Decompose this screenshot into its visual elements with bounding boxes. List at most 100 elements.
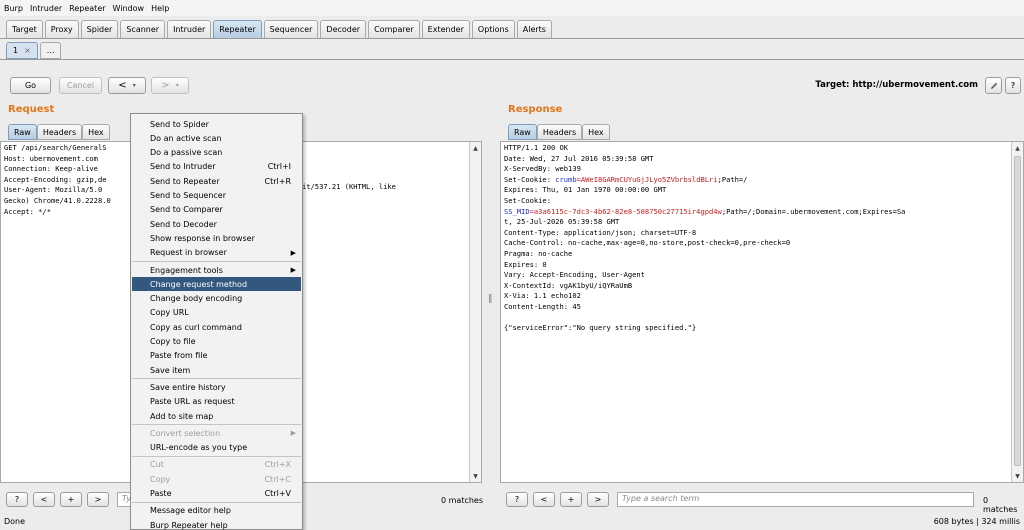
target-help-button[interactable]: ? bbox=[1005, 77, 1021, 94]
response-line: Expires: Thu, 01 Jan 1970 00:00:00 GMT bbox=[504, 185, 667, 195]
menu-intruder[interactable]: Intruder bbox=[30, 4, 62, 13]
menu-separator bbox=[132, 501, 301, 503]
cancel-button[interactable]: Cancel bbox=[59, 77, 102, 94]
close-icon[interactable]: × bbox=[24, 46, 31, 55]
menu-item-do-an-active-scan[interactable]: Do an active scan bbox=[132, 131, 301, 145]
menu-item-label: Send to Comparer bbox=[150, 205, 223, 215]
menu-window[interactable]: Window bbox=[113, 4, 145, 13]
scroll-up-icon[interactable]: ▲ bbox=[469, 142, 482, 154]
menu-item-engagement-tools[interactable]: Engagement tools ▶ bbox=[132, 263, 301, 277]
response-search-help-button[interactable]: ? bbox=[506, 492, 528, 507]
menu-item-copy-as-curl-command[interactable]: Copy as curl command bbox=[132, 320, 301, 334]
response-scrollbar[interactable]: ▲ ▼ bbox=[1011, 142, 1023, 482]
tab-comparer[interactable]: Comparer bbox=[368, 20, 420, 38]
menu-item-paste[interactable]: Paste Ctrl+V bbox=[132, 487, 301, 501]
tab-intruder[interactable]: Intruder bbox=[167, 20, 212, 38]
split-handle[interactable]: ‖ bbox=[488, 294, 493, 304]
response-search-next-button[interactable]: > bbox=[587, 492, 609, 507]
request-scrollbar[interactable]: ▲ ▼ bbox=[469, 142, 481, 482]
context-menu: Send to Spider Do an active scan Do a pass… bbox=[130, 113, 303, 530]
menu-item-send-to-sequencer[interactable]: Send to Sequencer bbox=[132, 189, 301, 203]
menu-item-label: Send to Sequencer bbox=[150, 191, 227, 200]
menu-separator bbox=[132, 261, 301, 262]
go-button[interactable]: Go bbox=[10, 77, 51, 94]
response-line: Content-Type: application/json; charset=… bbox=[504, 227, 697, 237]
request-search-next-match-button[interactable]: + bbox=[60, 492, 82, 507]
request-search-nav: ? < + > bbox=[6, 492, 114, 507]
menu-item-convert-selection[interactable]: Convert selection ▶ bbox=[132, 426, 301, 440]
forward-button[interactable]: > ▾ bbox=[151, 77, 189, 94]
tab-decoder[interactable]: Decoder bbox=[320, 20, 367, 38]
menu-separator bbox=[132, 424, 301, 426]
menu-item-send-to-decoder[interactable]: Send to Decoder bbox=[132, 217, 301, 231]
tab-scanner[interactable]: Scanner bbox=[120, 20, 166, 38]
request-tab-headers[interactable]: Headers bbox=[36, 124, 83, 140]
menu-item-save-entire-history[interactable]: Save entire history bbox=[132, 380, 301, 394]
menu-help[interactable]: Help bbox=[151, 4, 169, 13]
menu-item-copy-url[interactable]: Copy URL bbox=[132, 306, 301, 320]
tab-proxy[interactable]: Proxy bbox=[44, 20, 79, 38]
tab-alerts[interactable]: Alerts bbox=[516, 20, 552, 38]
menu-item-url-encode-as-you-type[interactable]: URL-encode as you type bbox=[132, 441, 301, 455]
menu-item-paste-from-file[interactable]: Paste from file bbox=[132, 349, 301, 363]
menu-item-copy-to-file[interactable]: Copy to file bbox=[132, 335, 301, 349]
menu-item-cut[interactable]: Cut Ctrl+X bbox=[132, 458, 301, 472]
tab-repeater[interactable]: Repeater bbox=[213, 20, 262, 38]
response-tab-headers[interactable]: Headers bbox=[536, 124, 583, 140]
response-search-prev-button[interactable]: < bbox=[533, 492, 555, 507]
request-tab-raw[interactable]: Raw bbox=[8, 124, 37, 140]
scroll-up-icon[interactable]: ▲ bbox=[1011, 142, 1024, 154]
menu-item-request-in-browser[interactable]: Request in browser ▶ bbox=[132, 246, 301, 260]
menu-burp[interactable]: Burp bbox=[4, 4, 23, 13]
menu-item-label: Paste from file bbox=[150, 351, 208, 361]
request-search-next-button[interactable]: > bbox=[87, 492, 109, 507]
request-search-input[interactable]: Ty bbox=[117, 492, 131, 507]
menu-item-add-to-site-map[interactable]: Add to site map bbox=[132, 409, 301, 423]
response-tab-hex[interactable]: Hex bbox=[582, 124, 610, 140]
tab-sequencer[interactable]: Sequencer bbox=[263, 20, 319, 38]
tab-target[interactable]: Target bbox=[6, 20, 43, 38]
response-line: t, 25-Jul-2026 05:39:58 GMT bbox=[504, 217, 620, 227]
menu-item-shortcut: Ctrl+X bbox=[264, 460, 291, 470]
scroll-thumb[interactable] bbox=[1014, 156, 1021, 466]
tab-extender[interactable]: Extender bbox=[421, 20, 470, 38]
menu-item-label: Change request method bbox=[150, 279, 248, 289]
menu-item-message-editor-help[interactable]: Message editor help bbox=[132, 504, 301, 518]
menu-item-change-body-encoding[interactable]: Change body encoding bbox=[132, 292, 301, 306]
tab-spider[interactable]: Spider bbox=[80, 20, 119, 38]
request-tab-hex[interactable]: Hex bbox=[82, 124, 110, 140]
scroll-down-icon[interactable]: ▼ bbox=[469, 470, 482, 482]
menu-item-burp-repeater-help[interactable]: Burp Repeater help bbox=[132, 518, 301, 530]
response-line: Cache-Control: no-cache,max-age=0,no-sto… bbox=[504, 238, 791, 248]
menu-item-send-to-intruder[interactable]: Send to Intruder Ctrl+I bbox=[132, 160, 301, 174]
response-tab-raw[interactable]: Raw bbox=[508, 124, 537, 140]
menu-item-change-request-method[interactable]: Change request method bbox=[132, 277, 301, 292]
response-line: SS_MID=a3a6115c-7dc3-4b62-82e8-508750c27… bbox=[504, 207, 1020, 218]
menu-item-paste-url-as-request[interactable]: Paste URL as request bbox=[132, 395, 301, 409]
new-tab-button[interactable]: ... bbox=[39, 42, 62, 59]
menu-item-label: Copy URL bbox=[150, 308, 189, 318]
menu-item-do-a-passive-scan[interactable]: Do a passive scan bbox=[132, 146, 301, 160]
chevron-down-icon: ▾ bbox=[132, 82, 136, 89]
menu-item-send-to-spider[interactable]: Send to Spider bbox=[132, 117, 301, 131]
repeater-tab-1[interactable]: 1 × bbox=[6, 42, 38, 59]
menu-item-label: Send to Repeater bbox=[150, 176, 220, 186]
request-tabs: Raw Headers Hex bbox=[8, 124, 110, 140]
back-button[interactable]: < ▾ bbox=[108, 77, 146, 94]
tab-options[interactable]: Options bbox=[471, 20, 515, 38]
response-editor[interactable]: HTTP/1.1 200 OK Date: Wed, 27 Jul 2016 05… bbox=[500, 141, 1024, 483]
menu-item-save-item[interactable]: Save item bbox=[132, 363, 301, 377]
target-label: Target: http://ubermovement.com bbox=[815, 80, 978, 90]
menu-item-copy[interactable]: Copy Ctrl+C bbox=[132, 472, 301, 486]
menu-item-send-to-comparer[interactable]: Send to Comparer bbox=[132, 203, 301, 217]
menu-repeater[interactable]: Repeater bbox=[69, 4, 105, 13]
menu-item-send-to-repeater[interactable]: Send to Repeater Ctrl+R bbox=[132, 174, 301, 188]
response-search-next-match-button[interactable]: + bbox=[560, 492, 582, 507]
menu-item-show-response-in-browser[interactable]: Show response in browser bbox=[132, 231, 301, 245]
edit-target-button[interactable] bbox=[985, 77, 1002, 94]
scroll-down-icon[interactable]: ▼ bbox=[1011, 470, 1024, 482]
request-search-help-button[interactable]: ? bbox=[6, 492, 28, 507]
response-search-input[interactable]: Type a search term bbox=[617, 492, 974, 507]
menu-item-label: Message editor help bbox=[150, 506, 231, 516]
request-search-prev-button[interactable]: < bbox=[33, 492, 55, 507]
